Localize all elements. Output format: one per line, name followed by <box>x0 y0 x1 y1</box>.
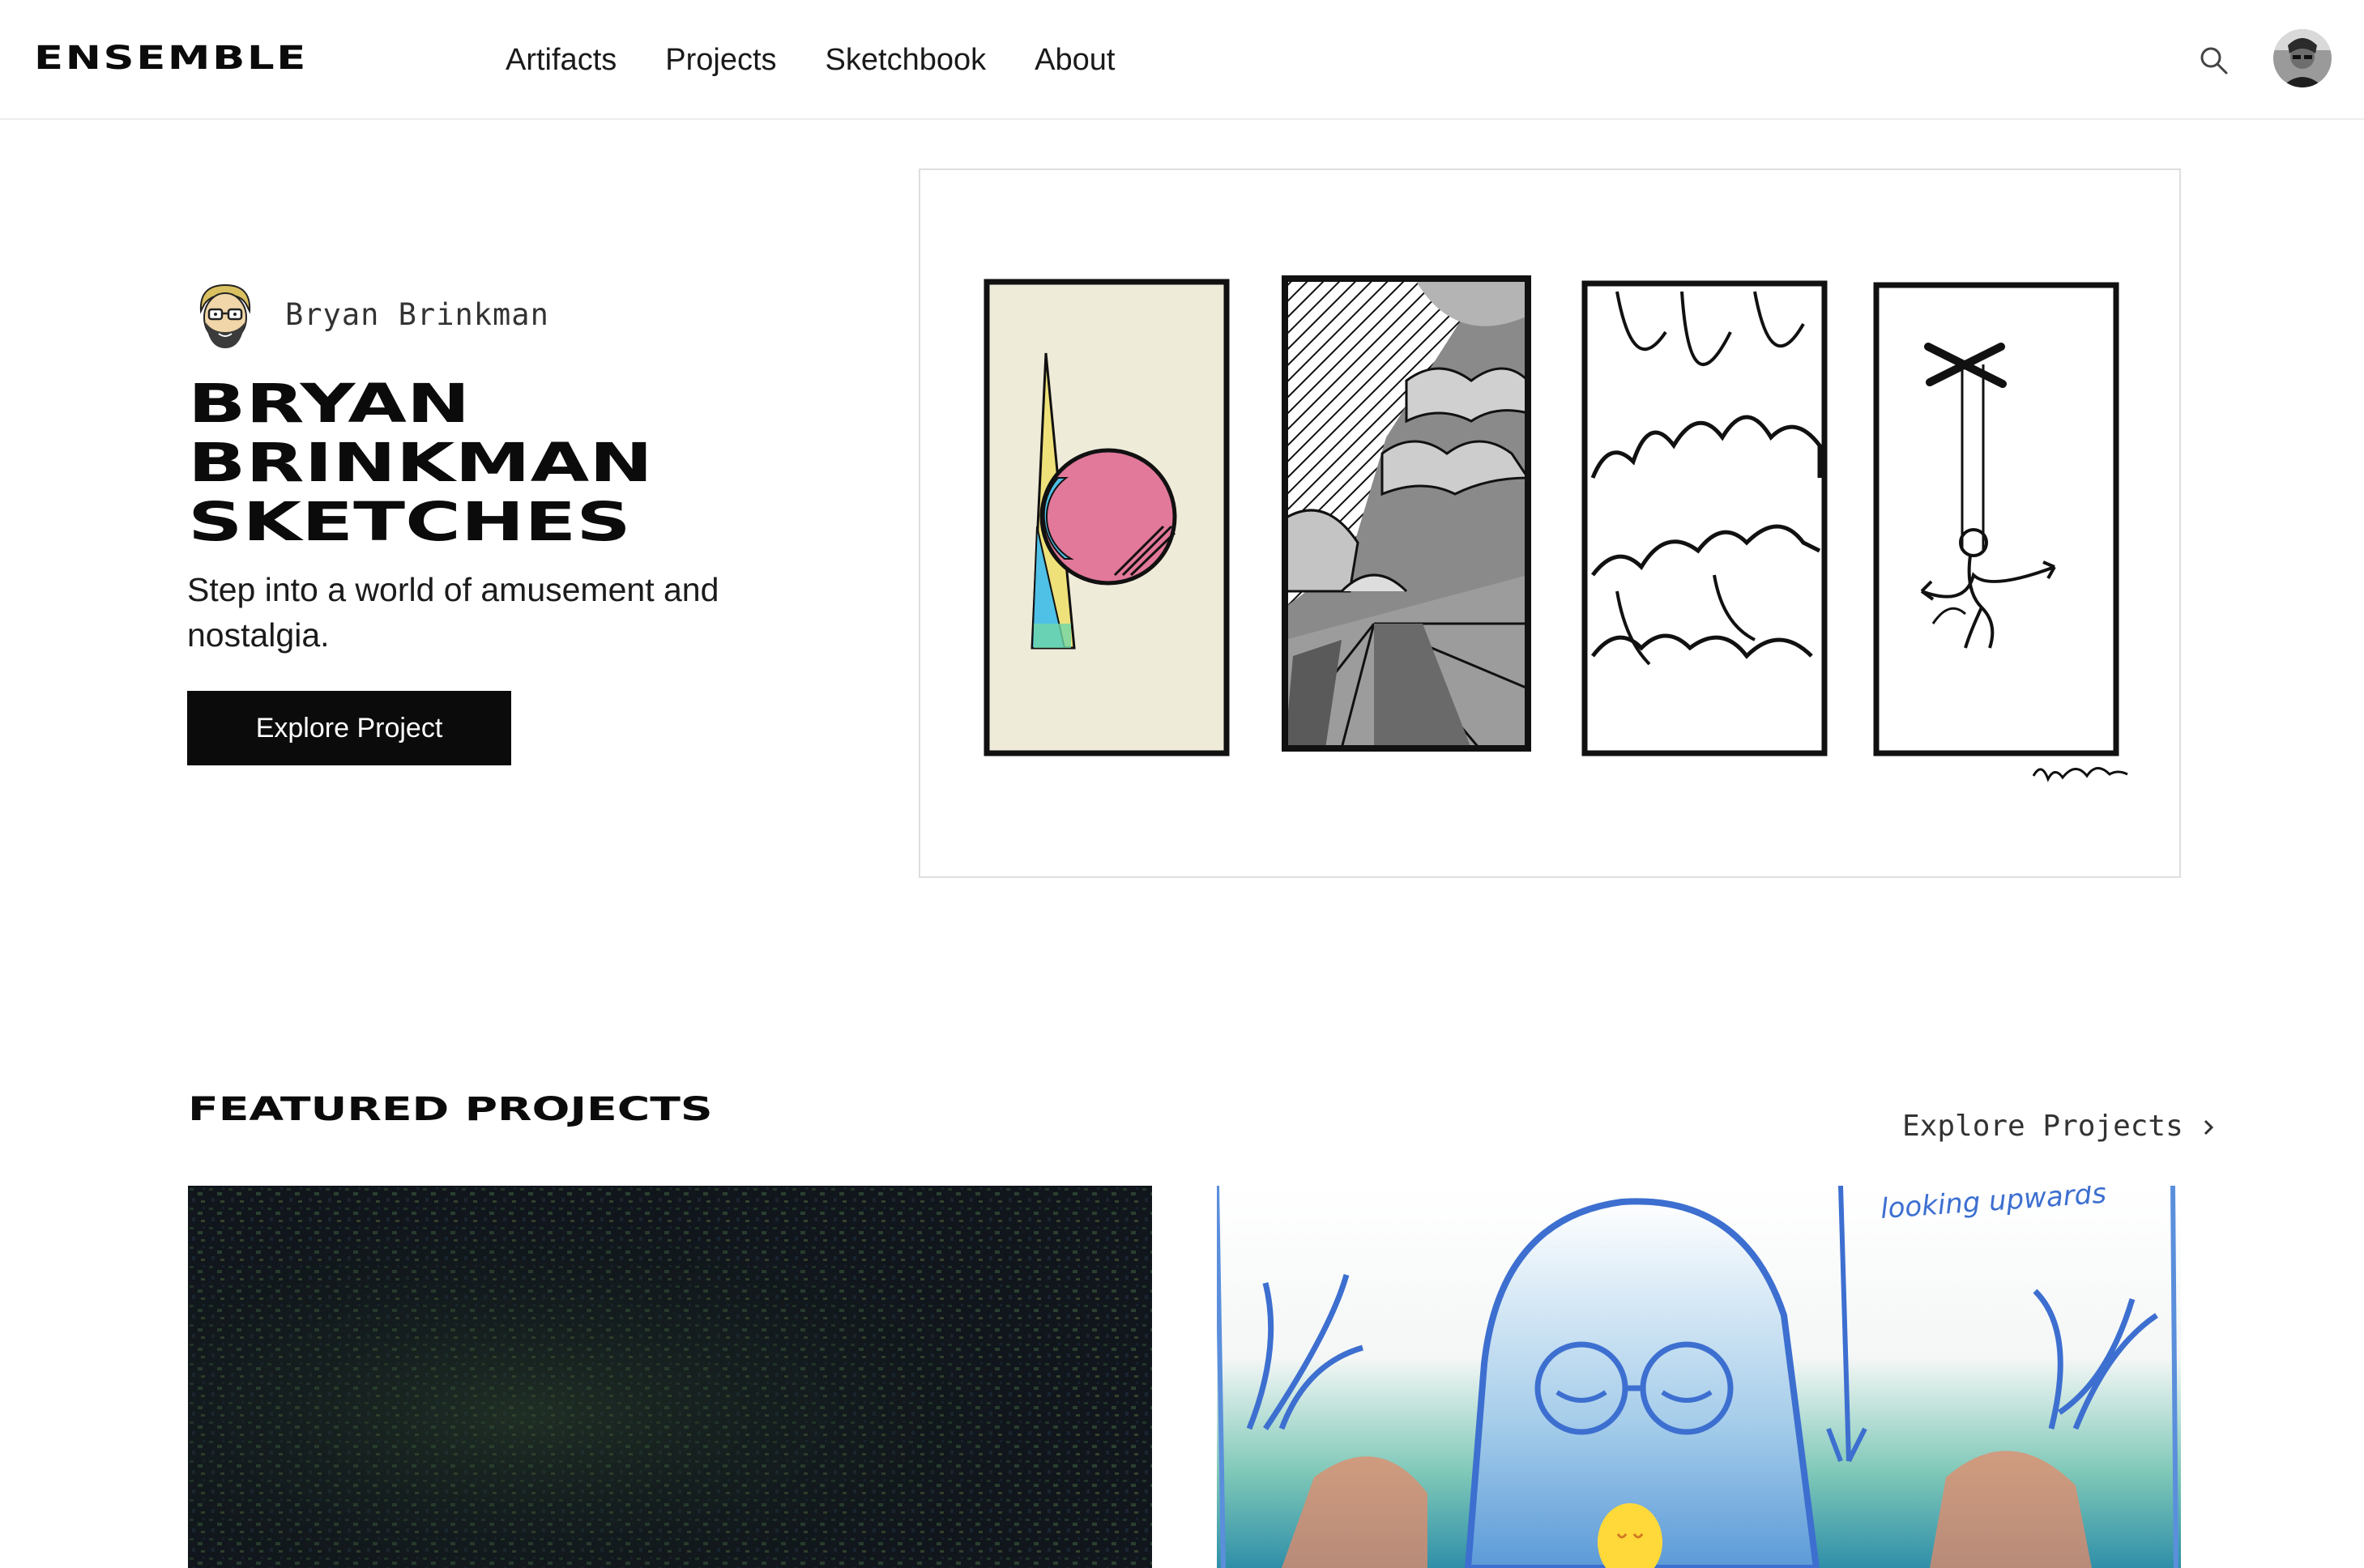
nav-link-projects[interactable]: Projects <box>665 37 776 83</box>
site-logo[interactable]: ENSEMBLE <box>34 36 308 81</box>
explore-projects-link[interactable]: Explore Projects <box>1902 1106 2217 1147</box>
nav-link-artifacts[interactable]: Artifacts <box>506 37 617 83</box>
featured-project-card-1[interactable] <box>188 1186 1152 1568</box>
hero-title-line: SKETCHES <box>188 491 631 553</box>
explore-project-button[interactable]: Explore Project <box>187 691 511 765</box>
explore-projects-label: Explore Projects <box>1902 1110 2183 1143</box>
sketch-panels-artwork <box>984 275 2128 782</box>
sketch-panel-4 <box>1873 282 2119 756</box>
hero-artwork[interactable] <box>919 168 2181 878</box>
blue-sketch-artwork: looking upwards <box>1217 1186 2181 1568</box>
chevron-right-icon <box>2200 1110 2217 1143</box>
featured-projects-heading: FEATURED PROJECTS <box>188 1091 713 1128</box>
hero-subtitle: Step into a world of amusement and nosta… <box>187 571 719 654</box>
featured-project-card-2[interactable]: looking upwards <box>1217 1186 2181 1568</box>
artist-signature <box>2032 767 2128 782</box>
sketch-panel-2 <box>1282 275 1531 752</box>
search-icon[interactable] <box>2199 45 2230 76</box>
author-avatar[interactable] <box>193 280 258 350</box>
main-nav: Artifacts Projects Sketchbook About <box>506 37 1115 83</box>
sketch-panel-1 <box>984 279 1230 756</box>
user-avatar[interactable] <box>2273 29 2332 87</box>
hero-title-line: BRINKMAN <box>188 432 653 494</box>
author-name[interactable]: Bryan Brinkman <box>285 295 549 335</box>
nav-link-sketchbook[interactable]: Sketchbook <box>826 37 987 83</box>
top-navigation-bar: ENSEMBLE Artifacts Projects Sketchbook A… <box>0 0 2364 120</box>
dark-textured-artwork <box>188 1186 1152 1568</box>
nav-link-about[interactable]: About <box>1035 37 1115 83</box>
hero-title: BRYAN BRINKMAN SKETCHES <box>188 374 786 552</box>
hero-title-line: BRYAN <box>188 373 471 435</box>
sketch-panel-3 <box>1581 280 1828 756</box>
